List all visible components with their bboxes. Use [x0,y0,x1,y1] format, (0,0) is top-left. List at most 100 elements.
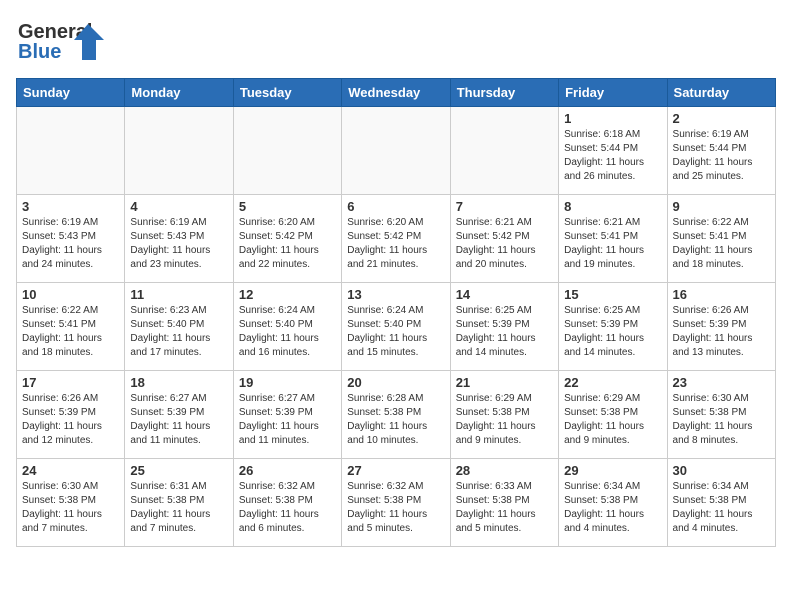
calendar-cell [342,107,450,195]
day-number: 25 [130,463,227,478]
day-number: 1 [564,111,661,126]
cell-info: Sunrise: 6:32 AM Sunset: 5:38 PM Dayligh… [347,480,444,536]
day-number: 22 [564,375,661,390]
calendar-cell: 9 Sunrise: 6:22 AM Sunset: 5:41 PM Daylig… [667,195,775,283]
day-number: 8 [564,199,661,214]
page-header: GeneralBlue [16,16,776,66]
day-number: 5 [239,199,336,214]
calendar-cell: 12 Sunrise: 6:24 AM Sunset: 5:40 PM Dayli… [233,283,341,371]
day-header-sunday: Sunday [17,79,125,107]
cell-info: Sunrise: 6:22 AM Sunset: 5:41 PM Dayligh… [22,304,119,360]
day-number: 7 [456,199,553,214]
calendar-cell: 22 Sunrise: 6:29 AM Sunset: 5:38 PM Dayli… [559,371,667,459]
calendar-cell: 29 Sunrise: 6:34 AM Sunset: 5:38 PM Dayli… [559,459,667,547]
calendar-cell [17,107,125,195]
calendar-cell: 26Sunrise: 6:32 AM Sunset: 5:38 PM Dayli… [233,459,341,547]
calendar-cell: 5Sunrise: 6:20 AM Sunset: 5:42 PM Daylig… [233,195,341,283]
day-number: 29 [564,463,661,478]
calendar-cell: 8 Sunrise: 6:21 AM Sunset: 5:41 PM Daylig… [559,195,667,283]
day-header-monday: Monday [125,79,233,107]
calendar-cell: 15 Sunrise: 6:25 AM Sunset: 5:39 PM Dayli… [559,283,667,371]
cell-info: Sunrise: 6:26 AM Sunset: 5:39 PM Dayligh… [673,304,770,360]
day-header-tuesday: Tuesday [233,79,341,107]
day-header-friday: Friday [559,79,667,107]
cell-info: Sunrise: 6:29 AM Sunset: 5:38 PM Dayligh… [456,392,553,448]
cell-info: Sunrise: 6:32 AM Sunset: 5:38 PM Dayligh… [239,480,336,536]
calendar-cell: 24Sunrise: 6:30 AM Sunset: 5:38 PM Dayli… [17,459,125,547]
calendar-cell [450,107,558,195]
calendar-cell: 11 Sunrise: 6:23 AM Sunset: 5:40 PM Dayli… [125,283,233,371]
day-number: 17 [22,375,119,390]
calendar-cell [125,107,233,195]
day-number: 28 [456,463,553,478]
cell-info: Sunrise: 6:34 AM Sunset: 5:38 PM Dayligh… [673,480,770,536]
calendar-cell: 3Sunrise: 6:19 AM Sunset: 5:43 PM Daylig… [17,195,125,283]
calendar-cell: 1 Sunrise: 6:18 AM Sunset: 5:44 PM Daylig… [559,107,667,195]
cell-info: Sunrise: 6:25 AM Sunset: 5:39 PM Dayligh… [564,304,661,360]
calendar-cell: 18Sunrise: 6:27 AM Sunset: 5:39 PM Dayli… [125,371,233,459]
calendar-cell: 16 Sunrise: 6:26 AM Sunset: 5:39 PM Dayli… [667,283,775,371]
cell-info: Sunrise: 6:29 AM Sunset: 5:38 PM Dayligh… [564,392,661,448]
day-number: 23 [673,375,770,390]
cell-info: Sunrise: 6:34 AM Sunset: 5:38 PM Dayligh… [564,480,661,536]
day-header-wednesday: Wednesday [342,79,450,107]
day-number: 30 [673,463,770,478]
calendar-cell: 6 Sunrise: 6:20 AM Sunset: 5:42 PM Daylig… [342,195,450,283]
cell-info: Sunrise: 6:30 AM Sunset: 5:38 PM Dayligh… [673,392,770,448]
calendar-cell: 2 Sunrise: 6:19 AM Sunset: 5:44 PM Daylig… [667,107,775,195]
day-number: 6 [347,199,444,214]
calendar-week-row: 17 Sunrise: 6:26 AM Sunset: 5:39 PM Dayli… [17,371,776,459]
cell-info: Sunrise: 6:18 AM Sunset: 5:44 PM Dayligh… [564,128,661,184]
cell-info: Sunrise: 6:26 AM Sunset: 5:39 PM Dayligh… [22,392,119,448]
day-header-saturday: Saturday [667,79,775,107]
calendar-cell: 19 Sunrise: 6:27 AM Sunset: 5:39 PM Dayli… [233,371,341,459]
day-number: 15 [564,287,661,302]
cell-info: Sunrise: 6:19 AM Sunset: 5:44 PM Dayligh… [673,128,770,184]
calendar-cell: 10 Sunrise: 6:22 AM Sunset: 5:41 PM Dayli… [17,283,125,371]
day-number: 11 [130,287,227,302]
calendar-cell: 17 Sunrise: 6:26 AM Sunset: 5:39 PM Dayli… [17,371,125,459]
day-number: 18 [130,375,227,390]
day-header-thursday: Thursday [450,79,558,107]
cell-info: Sunrise: 6:19 AM Sunset: 5:43 PM Dayligh… [22,216,119,272]
calendar-cell: 4 Sunrise: 6:19 AM Sunset: 5:43 PM Daylig… [125,195,233,283]
day-number: 4 [130,199,227,214]
day-number: 12 [239,287,336,302]
cell-info: Sunrise: 6:21 AM Sunset: 5:42 PM Dayligh… [456,216,553,272]
day-number: 2 [673,111,770,126]
day-number: 9 [673,199,770,214]
cell-info: Sunrise: 6:23 AM Sunset: 5:40 PM Dayligh… [130,304,227,360]
day-number: 10 [22,287,119,302]
cell-info: Sunrise: 6:19 AM Sunset: 5:43 PM Dayligh… [130,216,227,272]
day-number: 20 [347,375,444,390]
logo: GeneralBlue [16,16,106,66]
cell-info: Sunrise: 6:27 AM Sunset: 5:39 PM Dayligh… [239,392,336,448]
cell-info: Sunrise: 6:22 AM Sunset: 5:41 PM Dayligh… [673,216,770,272]
cell-info: Sunrise: 6:33 AM Sunset: 5:38 PM Dayligh… [456,480,553,536]
calendar-week-row: 1 Sunrise: 6:18 AM Sunset: 5:44 PM Daylig… [17,107,776,195]
day-number: 16 [673,287,770,302]
day-number: 14 [456,287,553,302]
calendar-header-row: SundayMondayTuesdayWednesdayThursdayFrid… [17,79,776,107]
cell-info: Sunrise: 6:24 AM Sunset: 5:40 PM Dayligh… [347,304,444,360]
day-number: 19 [239,375,336,390]
calendar-week-row: 10 Sunrise: 6:22 AM Sunset: 5:41 PM Dayli… [17,283,776,371]
calendar-cell: 30 Sunrise: 6:34 AM Sunset: 5:38 PM Dayli… [667,459,775,547]
cell-info: Sunrise: 6:20 AM Sunset: 5:42 PM Dayligh… [347,216,444,272]
day-number: 21 [456,375,553,390]
calendar-cell: 25 Sunrise: 6:31 AM Sunset: 5:38 PM Dayli… [125,459,233,547]
cell-info: Sunrise: 6:21 AM Sunset: 5:41 PM Dayligh… [564,216,661,272]
calendar-cell [233,107,341,195]
cell-info: Sunrise: 6:28 AM Sunset: 5:38 PM Dayligh… [347,392,444,448]
calendar-week-row: 3Sunrise: 6:19 AM Sunset: 5:43 PM Daylig… [17,195,776,283]
svg-text:Blue: Blue [18,41,61,63]
logo-svg: GeneralBlue [16,16,106,66]
cell-info: Sunrise: 6:24 AM Sunset: 5:40 PM Dayligh… [239,304,336,360]
calendar-cell: 27Sunrise: 6:32 AM Sunset: 5:38 PM Dayli… [342,459,450,547]
calendar-cell: 7 Sunrise: 6:21 AM Sunset: 5:42 PM Daylig… [450,195,558,283]
calendar-table: SundayMondayTuesdayWednesdayThursdayFrid… [16,78,776,547]
calendar-cell: 13Sunrise: 6:24 AM Sunset: 5:40 PM Dayli… [342,283,450,371]
cell-info: Sunrise: 6:31 AM Sunset: 5:38 PM Dayligh… [130,480,227,536]
calendar-cell: 23 Sunrise: 6:30 AM Sunset: 5:38 PM Dayli… [667,371,775,459]
calendar-cell: 21 Sunrise: 6:29 AM Sunset: 5:38 PM Dayli… [450,371,558,459]
